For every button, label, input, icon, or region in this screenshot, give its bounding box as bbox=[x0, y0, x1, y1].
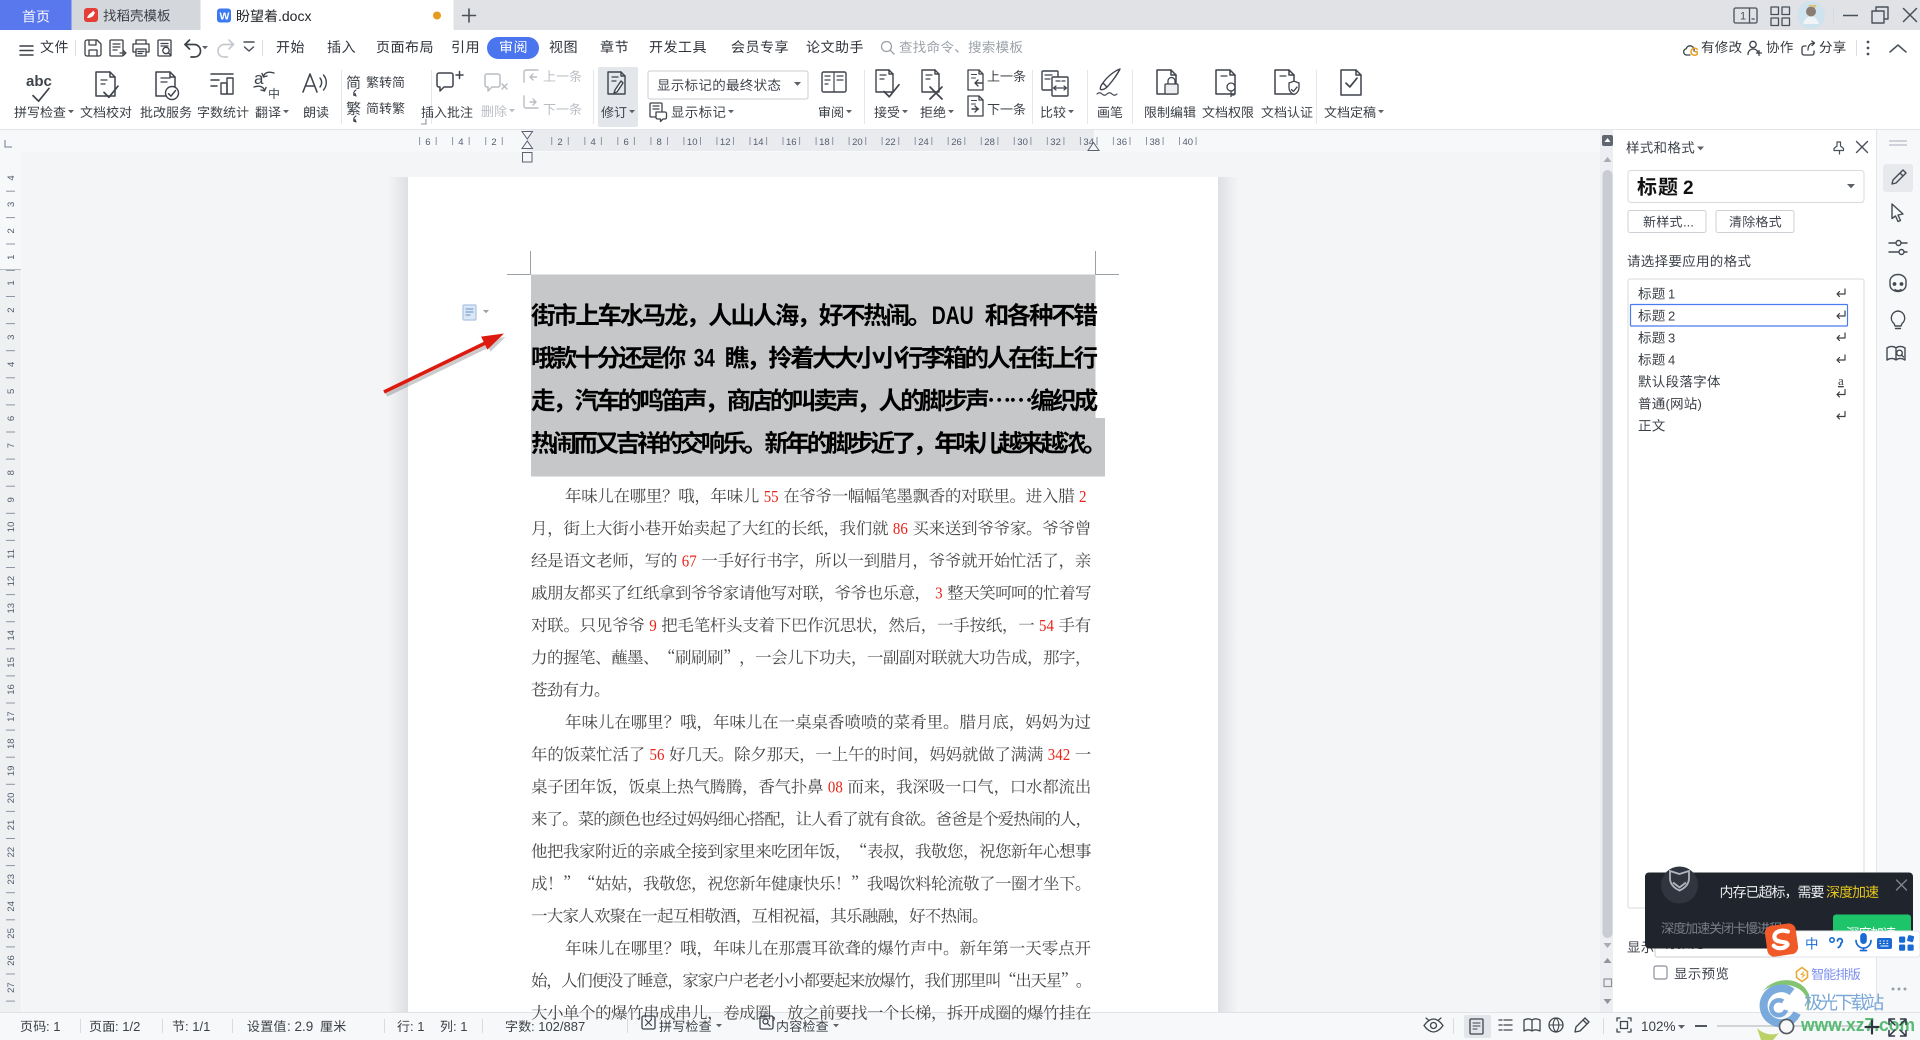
svg-text:2: 2 bbox=[1668, 309, 1675, 324]
svg-text:2: 2 bbox=[6, 307, 17, 312]
svg-text:4: 4 bbox=[1668, 353, 1675, 368]
svg-text:24: 24 bbox=[918, 137, 929, 148]
svg-text:19: 19 bbox=[6, 766, 17, 777]
svg-text:102%: 102% bbox=[1641, 1019, 1676, 1034]
svg-text:20: 20 bbox=[852, 137, 863, 148]
svg-text:4: 4 bbox=[590, 137, 595, 148]
svg-text:: 102/887: : 102/887 bbox=[531, 1019, 585, 1034]
svg-text:26: 26 bbox=[6, 955, 17, 966]
svg-text:32: 32 bbox=[1050, 137, 1061, 148]
svg-text:: 1: : 1 bbox=[453, 1019, 467, 1034]
svg-text:2: 2 bbox=[6, 228, 17, 233]
svg-text:17: 17 bbox=[6, 711, 17, 722]
svg-text:DAU: DAU bbox=[932, 302, 974, 330]
svg-text:: 1/2: : 1/2 bbox=[115, 1019, 140, 1034]
svg-text:40: 40 bbox=[1183, 137, 1194, 148]
svg-text:08: 08 bbox=[828, 778, 843, 797]
svg-text:10: 10 bbox=[687, 137, 698, 148]
svg-text:4: 4 bbox=[6, 175, 17, 180]
svg-text:5: 5 bbox=[6, 389, 17, 394]
svg-text:2: 2 bbox=[491, 137, 496, 148]
svg-text:28: 28 bbox=[984, 137, 995, 148]
svg-text:2: 2 bbox=[1683, 178, 1694, 199]
svg-text:56: 56 bbox=[650, 745, 665, 764]
svg-text:6: 6 bbox=[623, 137, 628, 148]
svg-text:abc: abc bbox=[26, 73, 52, 90]
svg-text:27: 27 bbox=[6, 982, 17, 993]
svg-text:9: 9 bbox=[649, 616, 657, 635]
svg-text:15: 15 bbox=[6, 657, 17, 668]
svg-text:25: 25 bbox=[6, 928, 17, 939]
svg-text:): ) bbox=[1698, 397, 1702, 412]
svg-text:13: 13 bbox=[6, 603, 17, 614]
svg-text:14: 14 bbox=[6, 630, 17, 641]
svg-text:14: 14 bbox=[753, 137, 764, 148]
svg-text:4: 4 bbox=[6, 362, 17, 367]
svg-text:4: 4 bbox=[458, 137, 463, 148]
svg-text:...: ... bbox=[1683, 215, 1694, 230]
svg-text:(: ( bbox=[1666, 397, 1671, 412]
svg-text:7: 7 bbox=[6, 443, 17, 448]
svg-text:: 1: : 1 bbox=[410, 1019, 424, 1034]
svg-text:3: 3 bbox=[935, 584, 943, 603]
svg-text:12: 12 bbox=[720, 137, 731, 148]
svg-text:26: 26 bbox=[951, 137, 962, 148]
svg-text:38: 38 bbox=[1150, 137, 1161, 148]
svg-text:a: a bbox=[254, 69, 264, 88]
svg-text:23: 23 bbox=[6, 874, 17, 885]
svg-text:86: 86 bbox=[893, 519, 908, 538]
svg-text:55: 55 bbox=[764, 487, 779, 506]
svg-text:a: a bbox=[1838, 373, 1844, 388]
svg-text:9: 9 bbox=[6, 497, 17, 502]
svg-text:30: 30 bbox=[1017, 137, 1028, 148]
svg-text:22: 22 bbox=[885, 137, 896, 148]
svg-text:342: 342 bbox=[1048, 745, 1070, 764]
svg-text:54: 54 bbox=[1039, 616, 1054, 635]
svg-text:3: 3 bbox=[6, 335, 17, 340]
svg-text:: 2.9: : 2.9 bbox=[287, 1019, 313, 1034]
svg-text:2: 2 bbox=[557, 137, 562, 148]
svg-text:6: 6 bbox=[6, 416, 17, 421]
svg-text:8: 8 bbox=[6, 470, 17, 475]
svg-text:20: 20 bbox=[6, 793, 17, 804]
svg-text:18: 18 bbox=[6, 738, 17, 749]
svg-text:22: 22 bbox=[6, 847, 17, 858]
svg-text:1: 1 bbox=[1668, 287, 1675, 302]
svg-text:W: W bbox=[220, 11, 230, 23]
svg-text:24: 24 bbox=[6, 901, 17, 912]
svg-text:10: 10 bbox=[6, 522, 17, 533]
svg-text:16: 16 bbox=[6, 684, 17, 695]
svg-text:3: 3 bbox=[6, 202, 17, 207]
svg-text:16: 16 bbox=[786, 137, 797, 148]
svg-text:: 1/1: : 1/1 bbox=[185, 1019, 210, 1034]
svg-text:.docx: .docx bbox=[278, 8, 311, 24]
svg-text:1: 1 bbox=[1740, 11, 1746, 23]
svg-text:www.xz7.com: www.xz7.com bbox=[1800, 1015, 1915, 1035]
svg-text:21: 21 bbox=[6, 820, 17, 831]
svg-text:11: 11 bbox=[6, 549, 17, 559]
svg-text:6: 6 bbox=[425, 137, 430, 148]
svg-text:8: 8 bbox=[657, 137, 662, 148]
svg-text:2: 2 bbox=[1079, 487, 1087, 506]
svg-text:36: 36 bbox=[1116, 137, 1127, 148]
svg-text:3: 3 bbox=[1668, 331, 1675, 346]
svg-text:1: 1 bbox=[6, 280, 17, 285]
svg-text:67: 67 bbox=[682, 551, 697, 570]
svg-text:34: 34 bbox=[694, 345, 715, 373]
svg-text:12: 12 bbox=[6, 576, 17, 587]
svg-text:1: 1 bbox=[6, 255, 17, 260]
svg-text:18: 18 bbox=[819, 137, 830, 148]
svg-text:: 1: : 1 bbox=[46, 1019, 60, 1034]
